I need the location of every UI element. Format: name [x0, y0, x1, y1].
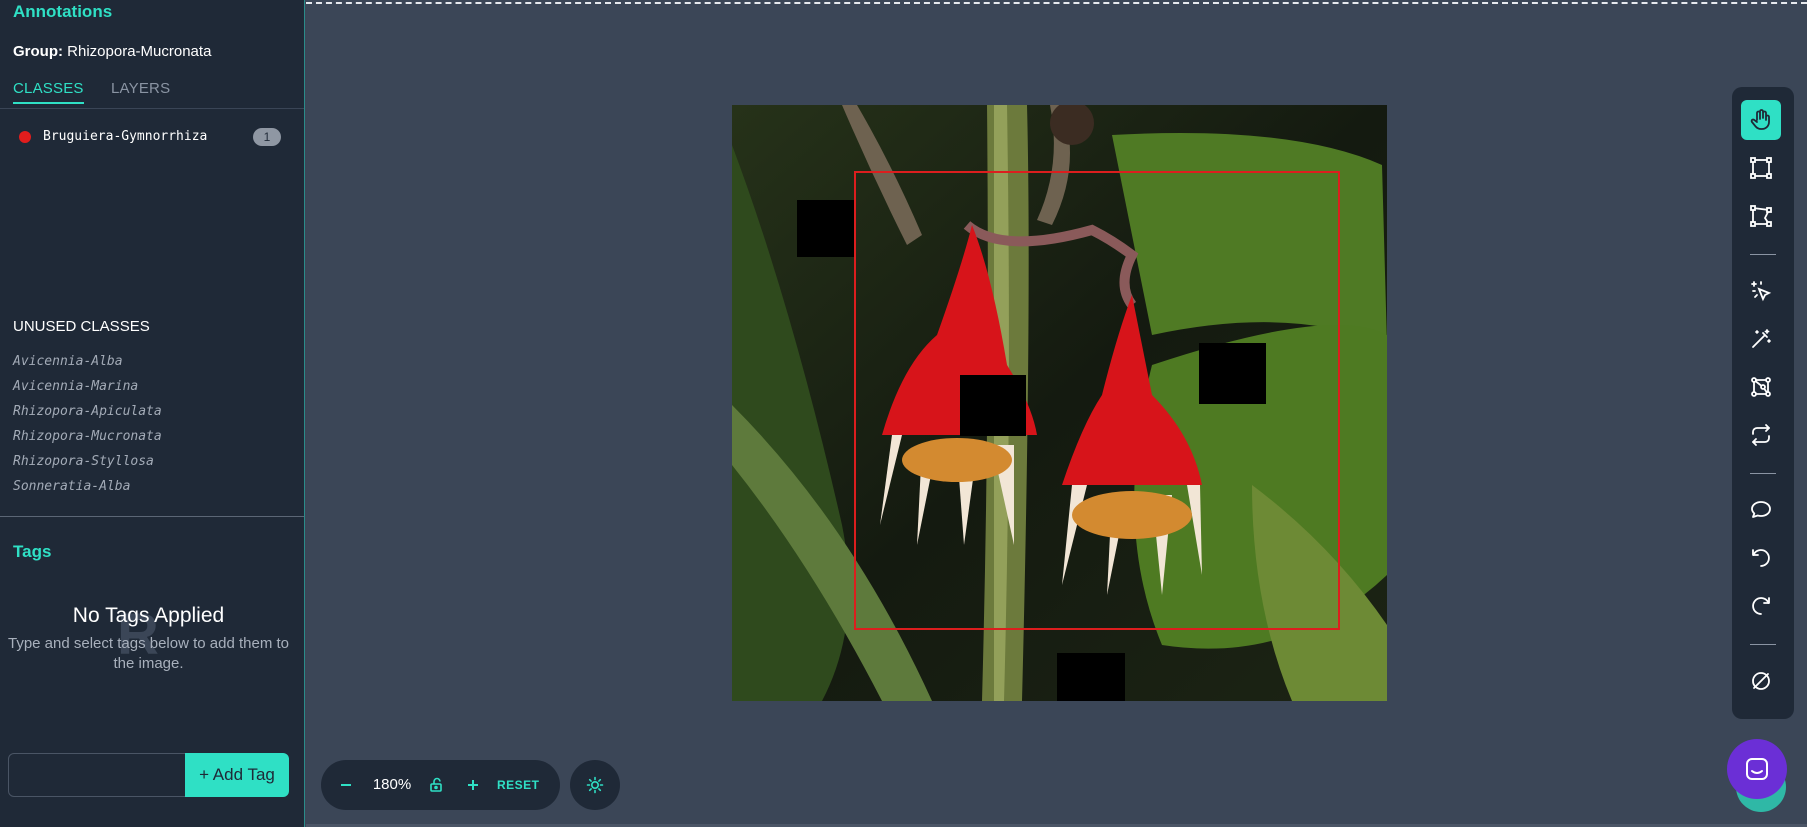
keypoints-icon[interactable] — [1741, 367, 1781, 407]
no-tags-empty-state: R No Tags Applied Type and select tags b… — [0, 604, 297, 674]
no-tags-subtitle: Type and select tags below to add them t… — [7, 635, 289, 672]
polygon-icon[interactable] — [1741, 196, 1781, 236]
repeat-icon[interactable] — [1741, 415, 1781, 455]
unused-class-item[interactable]: Rhizopora-Styllosa — [13, 452, 162, 477]
chat-support-button[interactable] — [1727, 739, 1787, 799]
undo-icon[interactable] — [1741, 538, 1781, 578]
brightness-button[interactable] — [570, 760, 620, 810]
group-label: Group: — [13, 43, 63, 60]
bounding-box-icon[interactable] — [1741, 148, 1781, 188]
toolbar-separator — [1750, 254, 1776, 255]
tab-classes[interactable]: CLASSES — [13, 80, 84, 104]
unused-class-item[interactable]: Sonneratia-Alba — [13, 477, 162, 502]
group-info: Group: Rhizopora-Mucronata — [13, 43, 211, 60]
class-item-bruguiera-gymnorrhiza[interactable]: Bruguiera-Gymnorrhiza 1 — [13, 126, 281, 148]
hand-icon[interactable] — [1741, 100, 1781, 140]
chat-icon — [1746, 758, 1768, 780]
add-tag-button[interactable]: + Add Tag — [185, 753, 289, 797]
top-progress-dash — [306, 2, 1807, 4]
tool-toolbar — [1732, 87, 1794, 719]
comment-icon[interactable] — [1741, 490, 1781, 530]
no-tags-title: No Tags Applied — [72, 604, 225, 627]
class-count-badge: 1 — [253, 128, 281, 146]
class-color-dot — [19, 131, 31, 143]
unused-class-item[interactable]: Rhizopora-Mucronata — [13, 427, 162, 452]
toolbar-separator — [1750, 473, 1776, 474]
brightness-icon — [586, 776, 604, 794]
redo-icon[interactable] — [1741, 586, 1781, 626]
hide-icon[interactable] — [1741, 661, 1781, 701]
zoom-level: 180% — [372, 776, 412, 793]
toolbar-separator — [1750, 644, 1776, 645]
magic-wand-icon[interactable] — [1741, 319, 1781, 359]
unused-classes-list: Avicennia-Alba Avicennia-Marina Rhizopor… — [13, 352, 162, 502]
sidebar-tabs: CLASSES LAYERS — [0, 76, 304, 109]
group-value: Rhizopora-Mucronata — [67, 43, 212, 60]
zoom-out-button[interactable] — [333, 760, 359, 810]
unused-class-item[interactable]: Avicennia-Marina — [13, 377, 162, 402]
annotation-bounding-box[interactable] — [854, 171, 1340, 630]
sidebar-title: Annotations — [13, 2, 113, 21]
annotations-sidebar: Annotations Group: Rhizopora-Mucronata C… — [0, 0, 305, 827]
zoom-in-button[interactable] — [458, 760, 488, 810]
unused-class-item[interactable]: Avicennia-Alba — [13, 352, 162, 377]
tag-input[interactable] — [8, 753, 186, 797]
tab-layers[interactable]: LAYERS — [111, 80, 170, 97]
unused-class-item[interactable]: Rhizopora-Apiculata — [13, 402, 162, 427]
sidebar-divider — [0, 516, 304, 517]
zoom-lock-button[interactable] — [421, 760, 453, 810]
tags-title: Tags — [13, 542, 52, 561]
smart-select-icon[interactable] — [1741, 271, 1781, 311]
class-name: Bruguiera-Gymnorrhiza — [43, 129, 208, 144]
reset-zoom-button[interactable]: RESET — [497, 760, 540, 810]
zoom-controls: 180% RESET — [321, 760, 560, 810]
unused-classes-title: UNUSED CLASSES — [13, 318, 150, 335]
